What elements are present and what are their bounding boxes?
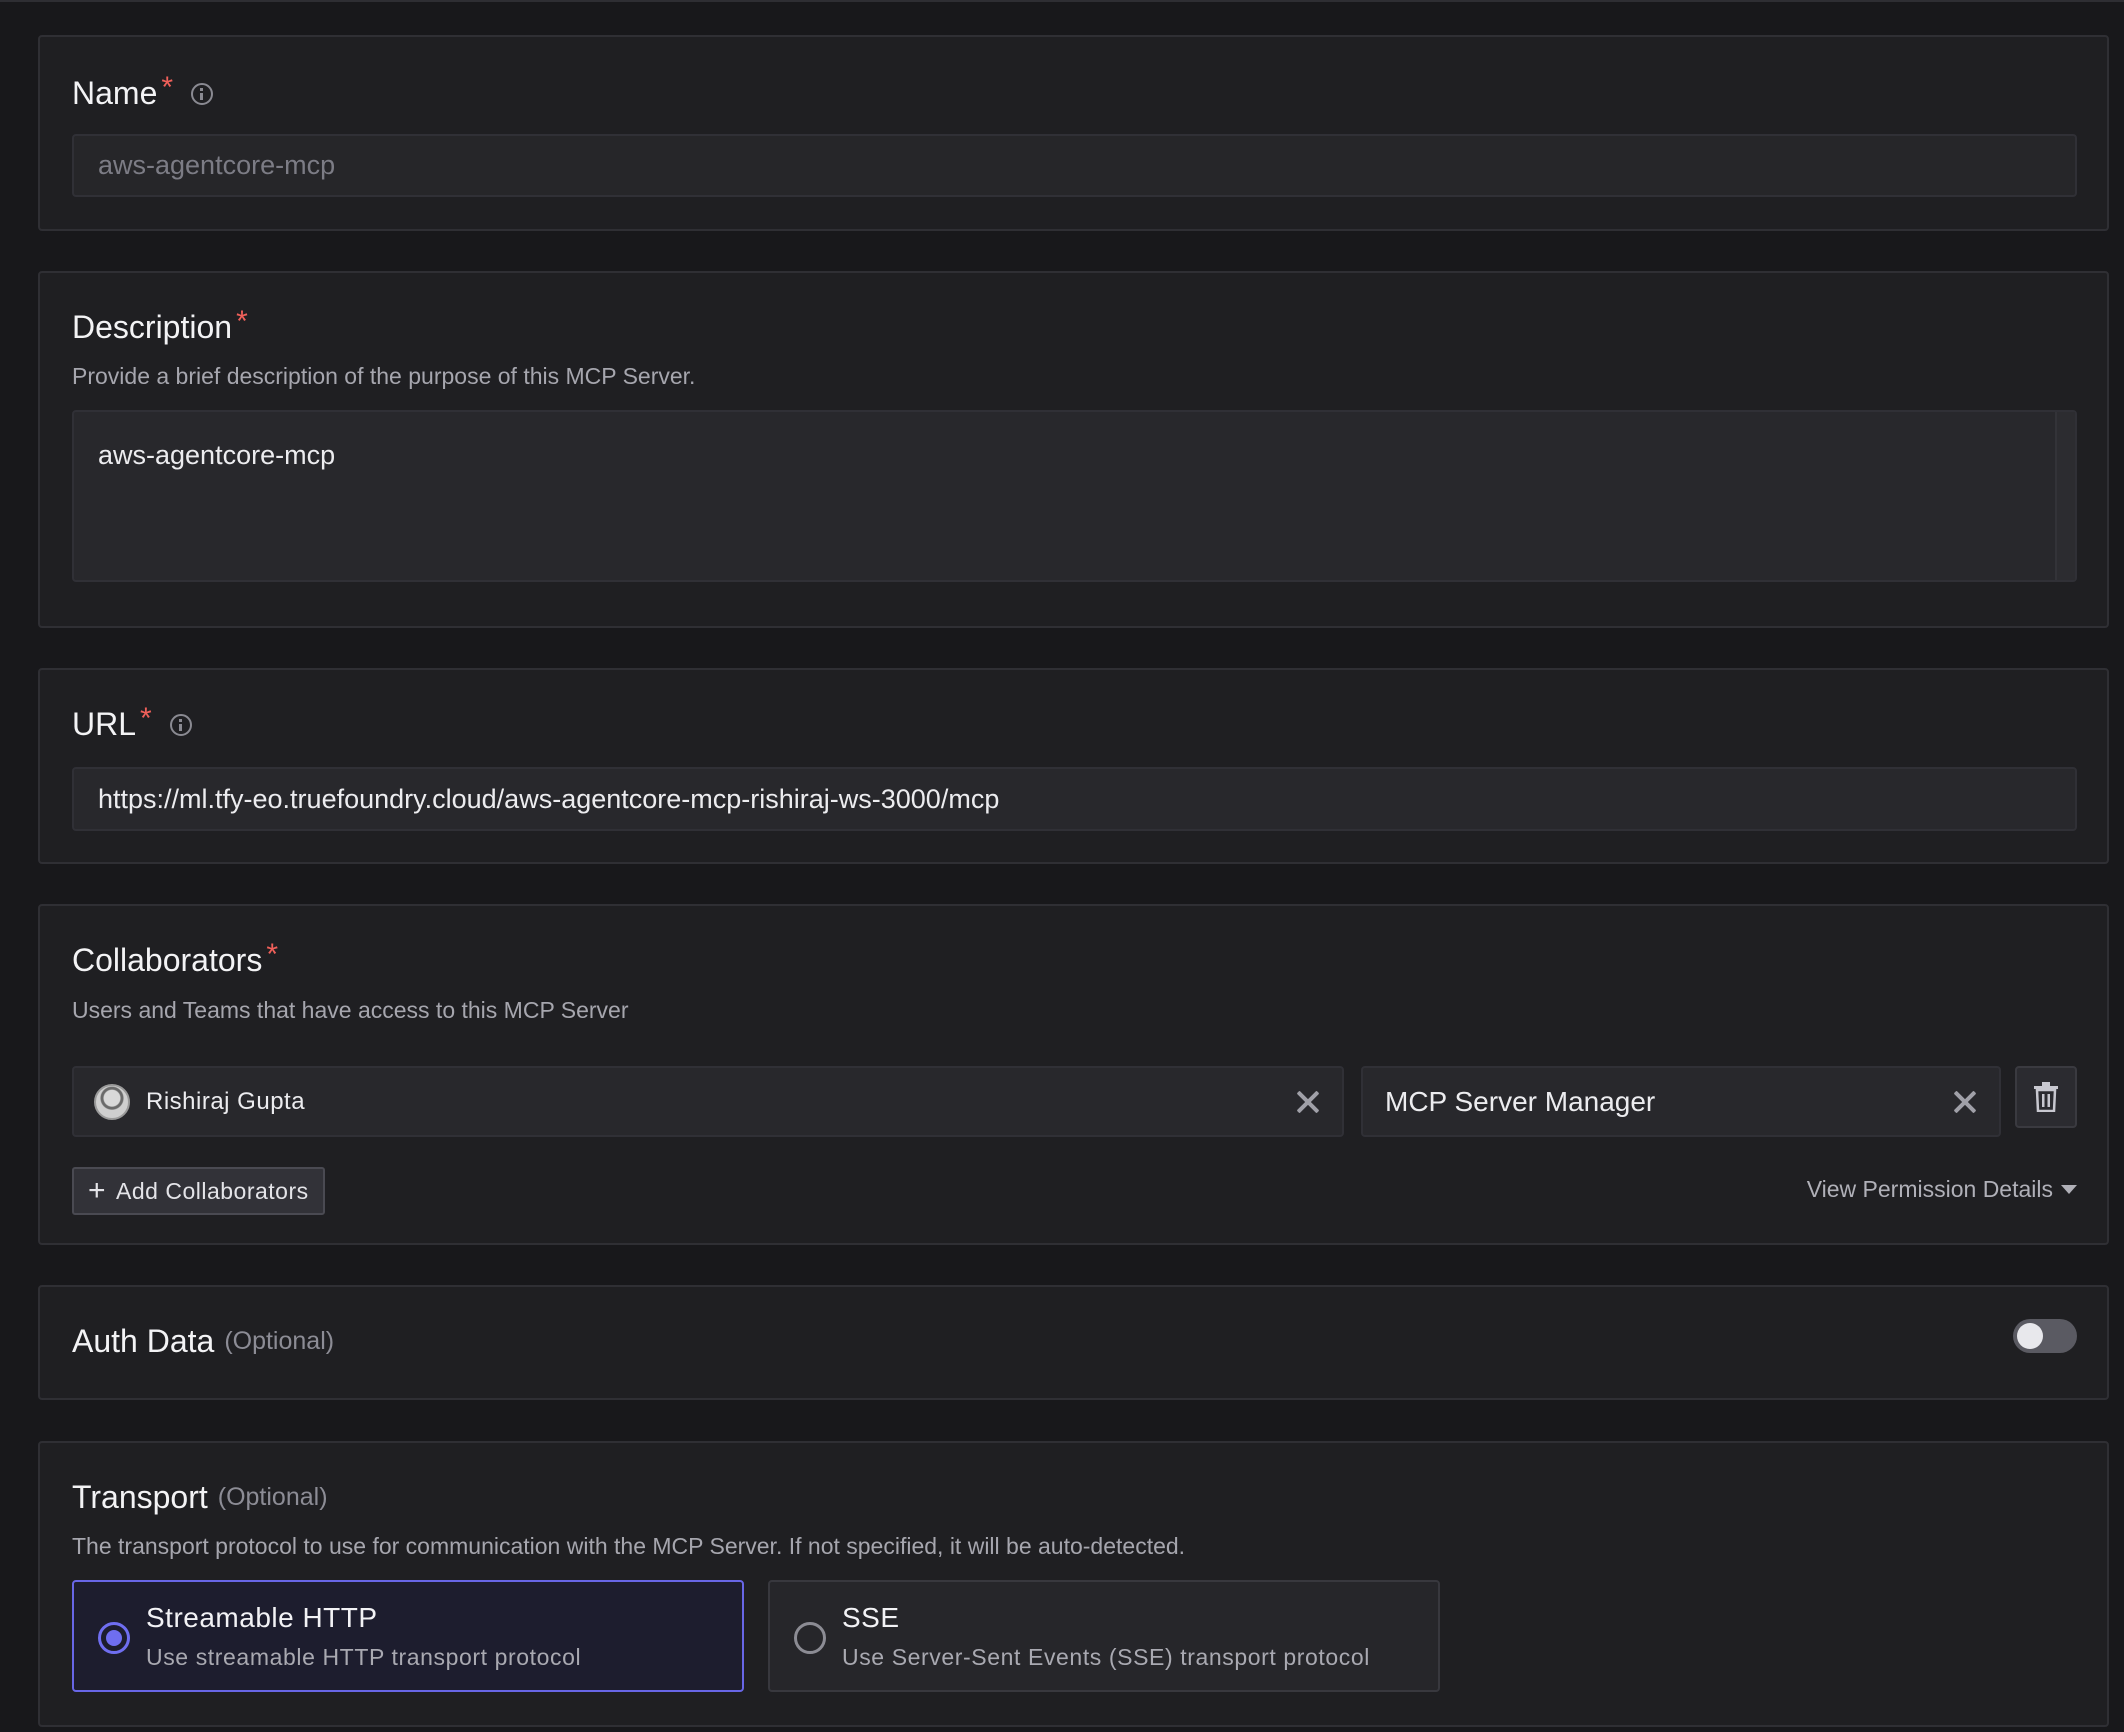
collaborator-role-select[interactable]: MCP Server Manager [1361, 1066, 2001, 1137]
auth-data-section: Auth Data (Optional) [38, 1285, 2109, 1400]
required-mark: * [266, 937, 278, 971]
collaborators-label-text: Collaborators [72, 942, 263, 978]
description-label: Description * [72, 305, 248, 346]
close-icon[interactable] [1296, 1090, 1320, 1114]
auth-data-toggle[interactable] [2013, 1319, 2077, 1353]
info-icon[interactable] [191, 82, 214, 105]
trash-icon [2034, 1082, 2058, 1112]
radio-selected-icon[interactable] [98, 1622, 130, 1654]
option-description: Use Server-Sent Events (SSE) transport p… [842, 1644, 1371, 1670]
optional-tag: (Optional) [217, 1483, 328, 1511]
permission-link-label: View Permission Details [1806, 1176, 2053, 1202]
url-label-text: URL [72, 706, 137, 742]
name-label: Name * [72, 71, 214, 112]
option-title: SSE [842, 1602, 900, 1633]
view-permission-details-link[interactable]: View Permission Details [1807, 1176, 2077, 1203]
collaborators-section: Collaborators * Users and Teams that hav… [38, 904, 2109, 1245]
collaborator-name: Rishiraj Gupta [146, 1087, 306, 1115]
add-collaborators-label: Add Collaborators [116, 1177, 309, 1204]
collaborator-user-select[interactable]: Rishiraj Gupta [72, 1066, 1344, 1137]
description-textarea[interactable]: aws-agentcore-mcp [72, 410, 2077, 582]
plus-icon: + [88, 1174, 107, 1207]
name-input[interactable]: aws-agentcore-mcp [72, 134, 2077, 197]
collaborators-label: Collaborators * [72, 938, 278, 979]
transport-option-streamable-http[interactable]: Streamable HTTP Use streamable HTTP tran… [72, 1580, 744, 1692]
avatar [94, 1083, 130, 1120]
optional-tag: (Optional) [224, 1327, 335, 1355]
required-mark: * [140, 701, 152, 735]
url-section: URL * https://ml.tfy-eo.truefoundry.clou… [38, 668, 2109, 864]
description-help: Provide a brief description of the purpo… [72, 363, 696, 389]
caret-down-icon [2061, 1185, 2077, 1194]
radio-unselected-icon[interactable] [794, 1622, 826, 1654]
required-mark: * [236, 304, 248, 338]
option-description: Use streamable HTTP transport protocol [146, 1644, 582, 1670]
option-title: Streamable HTTP [146, 1602, 378, 1633]
url-input[interactable]: https://ml.tfy-eo.truefoundry.cloud/aws-… [72, 767, 2077, 831]
transport-section: Transport (Optional) The transport proto… [38, 1441, 2109, 1727]
collaborators-help: Users and Teams that have access to this… [72, 997, 629, 1023]
toggle-knob [2017, 1323, 2043, 1349]
close-icon[interactable] [1953, 1090, 1977, 1114]
auth-data-label: Auth Data (Optional) [72, 1323, 334, 1360]
description-label-text: Description [72, 309, 233, 345]
url-label: URL * [72, 702, 192, 743]
auth-data-label-text: Auth Data [72, 1323, 215, 1359]
collaborator-role: MCP Server Manager [1385, 1085, 1656, 1117]
transport-help: The transport protocol to use for commun… [72, 1533, 1186, 1559]
transport-label: Transport (Optional) [72, 1479, 328, 1516]
description-section: Description * Provide a brief descriptio… [38, 271, 2109, 628]
transport-option-sse[interactable]: SSE Use Server-Sent Events (SSE) transpo… [768, 1580, 1440, 1692]
delete-collaborator-button[interactable] [2015, 1066, 2077, 1128]
info-icon[interactable] [169, 713, 192, 736]
textarea-scrollbar[interactable] [2055, 412, 2075, 580]
name-section: Name * aws-agentcore-mcp [38, 35, 2109, 231]
top-divider [0, 0, 2124, 2]
required-mark: * [161, 70, 174, 104]
description-value: aws-agentcore-mcp [98, 440, 336, 470]
name-label-text: Name [72, 75, 158, 111]
add-collaborators-button[interactable]: + Add Collaborators [72, 1167, 325, 1215]
transport-label-text: Transport [72, 1479, 208, 1515]
